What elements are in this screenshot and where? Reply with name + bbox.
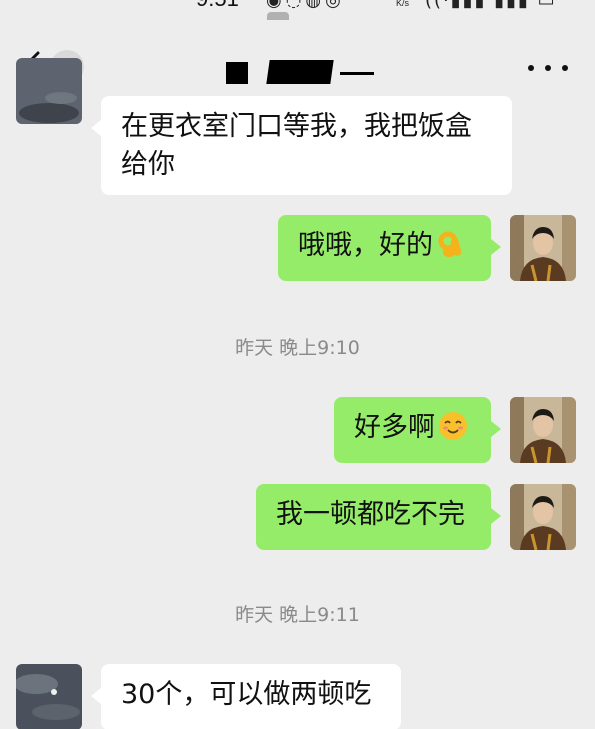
network-speed: K/s — [396, 0, 410, 8]
message-text: 我一顿都吃不完 — [276, 499, 465, 530]
redaction-block — [266, 60, 334, 84]
more-options-button[interactable] — [528, 56, 568, 80]
my-avatar[interactable] — [510, 484, 576, 550]
notification-icons: ◉◌◍◎ — [266, 0, 345, 11]
my-avatar[interactable] — [510, 397, 576, 463]
night-sky-image — [16, 664, 82, 729]
message-bubble-outgoing[interactable]: 好多啊 — [334, 397, 501, 463]
message-bubble-outgoing[interactable]: 我一顿都吃不完 — [256, 484, 501, 550]
chat-title-redacted — [226, 60, 376, 86]
message-text: 好多啊 — [354, 412, 435, 443]
person-photo-image — [510, 215, 576, 281]
more-dot-icon — [545, 65, 551, 71]
my-avatar[interactable] — [510, 215, 576, 281]
night-sky-image — [16, 58, 82, 124]
more-dot-icon — [562, 65, 568, 71]
contact-avatar[interactable] — [16, 58, 82, 124]
signal-battery-icons: ((·▮▮▮ ▮▮▮ ▭ — [425, 0, 557, 11]
ok-hand-emoji-icon — [438, 231, 462, 257]
chat-header: 3 — [0, 26, 595, 106]
message-bubble-incoming[interactable]: 在更衣室门口等我，我把饭盒给你 — [91, 96, 512, 195]
person-photo-image — [510, 397, 576, 463]
message-text: 在更衣室门口等我，我把饭盒给你 — [121, 111, 472, 180]
contact-avatar[interactable] — [16, 664, 82, 729]
pull-indicator — [267, 12, 289, 20]
message-text: 30个，可以做两顿吃 — [121, 679, 372, 710]
message-timestamp: 昨天 晚上9:11 — [235, 604, 360, 626]
message-text: 哦哦，好的 — [298, 230, 433, 261]
message-bubble-incoming[interactable]: 30个，可以做两顿吃 — [91, 664, 401, 729]
message-bubble-outgoing[interactable]: 哦哦，好的 — [278, 215, 501, 281]
status-time: 9:51 — [196, 0, 239, 12]
message-timestamp: 昨天 晚上9:10 — [235, 337, 360, 359]
smiling-face-emoji-icon — [439, 412, 467, 440]
person-photo-image — [510, 484, 576, 550]
redaction-block — [226, 62, 248, 84]
status-bar: 9:51 ◉◌◍◎ K/s ((·▮▮▮ ▮▮▮ ▭ — [0, 0, 595, 20]
redaction-block — [340, 72, 374, 75]
chat-screen: 9:51 ◉◌◍◎ K/s ((·▮▮▮ ▮▮▮ ▭ 3 — [0, 0, 595, 729]
more-dot-icon — [528, 65, 534, 71]
